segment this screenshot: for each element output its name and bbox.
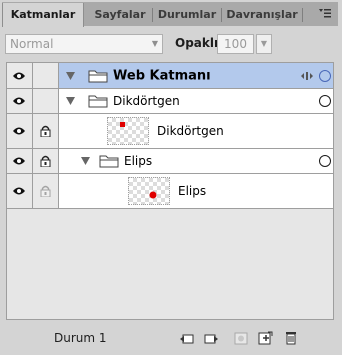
lock-toggle[interactable] [33,63,59,88]
blend-mode-value: Normal [10,37,54,51]
layer-list: Web Katmanı Dikdörtgen Dikdörtgen Elips … [6,62,334,320]
lock-icon [40,185,51,197]
tab-behaviors[interactable]: Davranışlar [222,4,302,26]
visibility-toggle[interactable] [7,89,33,113]
visibility-toggle[interactable] [7,149,33,173]
layer-thumbnail [107,117,149,145]
disclosure-triangle-icon[interactable] [66,97,75,105]
folder-icon [88,70,108,82]
share-states-icon[interactable] [179,330,195,346]
visibility-toggle[interactable] [7,174,33,208]
disclosure-triangle-icon[interactable] [81,157,90,165]
tab-divider [302,8,303,22]
panel-options-menu-icon[interactable] [318,6,332,22]
layer-name: Dikdörtgen [113,94,180,108]
disclosure-triangle-icon[interactable] [66,71,75,80]
delete-icon[interactable] [283,330,299,346]
lock-icon [40,125,51,137]
new-sublayer-icon[interactable] [257,330,273,346]
layer-row-rectangle-folder[interactable]: Dikdörtgen [7,89,333,114]
layer-name: Elips [124,154,153,168]
opacity-slider-toggle[interactable]: ▼ [256,34,272,54]
distribute-states-icon[interactable] [203,330,219,346]
eye-icon [13,157,25,165]
layer-name: Dikdörtgen [157,124,224,138]
move-arrows-icon [301,71,313,80]
layer-name: Web Katmanı [113,68,211,83]
eye-icon [13,187,25,195]
folder-icon [99,155,119,168]
eye-icon [13,97,25,105]
tab-layers[interactable]: Katmanlar [2,3,84,27]
blend-mode-select[interactable]: Normal ▼ [5,34,163,54]
layer-name: Elips [178,184,207,198]
layer-row-ellipse-folder[interactable]: Elips [7,149,333,174]
tab-pages[interactable]: Sayfalar [88,4,152,26]
layer-row-web-layer[interactable]: Web Katmanı [7,63,333,89]
chevron-down-icon: ▼ [151,39,158,48]
layers-panel: Katmanlar Sayfalar Durumlar Davranışlar … [0,0,342,355]
panel-tab-bar: Katmanlar Sayfalar Durumlar Davranışlar [2,2,338,27]
opacity-input[interactable]: 100 [217,34,254,54]
tab-states[interactable]: Durumlar [153,4,221,26]
layer-target-circle[interactable] [319,155,331,167]
lock-toggle[interactable] [33,174,59,208]
visibility-toggle[interactable] [7,114,33,148]
layer-target-circle[interactable] [319,69,331,82]
add-mask-icon[interactable] [233,330,249,346]
status-label: Durum 1 [54,331,107,345]
layer-row-rectangle-object[interactable]: Dikdörtgen [7,114,333,149]
visibility-toggle[interactable] [7,63,33,88]
folder-icon [88,95,108,108]
layer-row-ellipse-object[interactable]: Elips [7,174,333,209]
layer-target-circle[interactable] [319,95,331,107]
lock-toggle[interactable] [33,149,59,173]
layer-thumbnail [128,177,170,205]
eye-icon [13,72,25,79]
rectangle-shape-icon [120,122,125,127]
eye-icon [13,127,25,135]
lock-icon [40,155,51,167]
panel-footer: Durum 1 [0,323,342,355]
lock-toggle[interactable] [33,114,59,148]
lock-toggle[interactable] [33,89,59,113]
ellipse-shape-icon [149,191,157,199]
